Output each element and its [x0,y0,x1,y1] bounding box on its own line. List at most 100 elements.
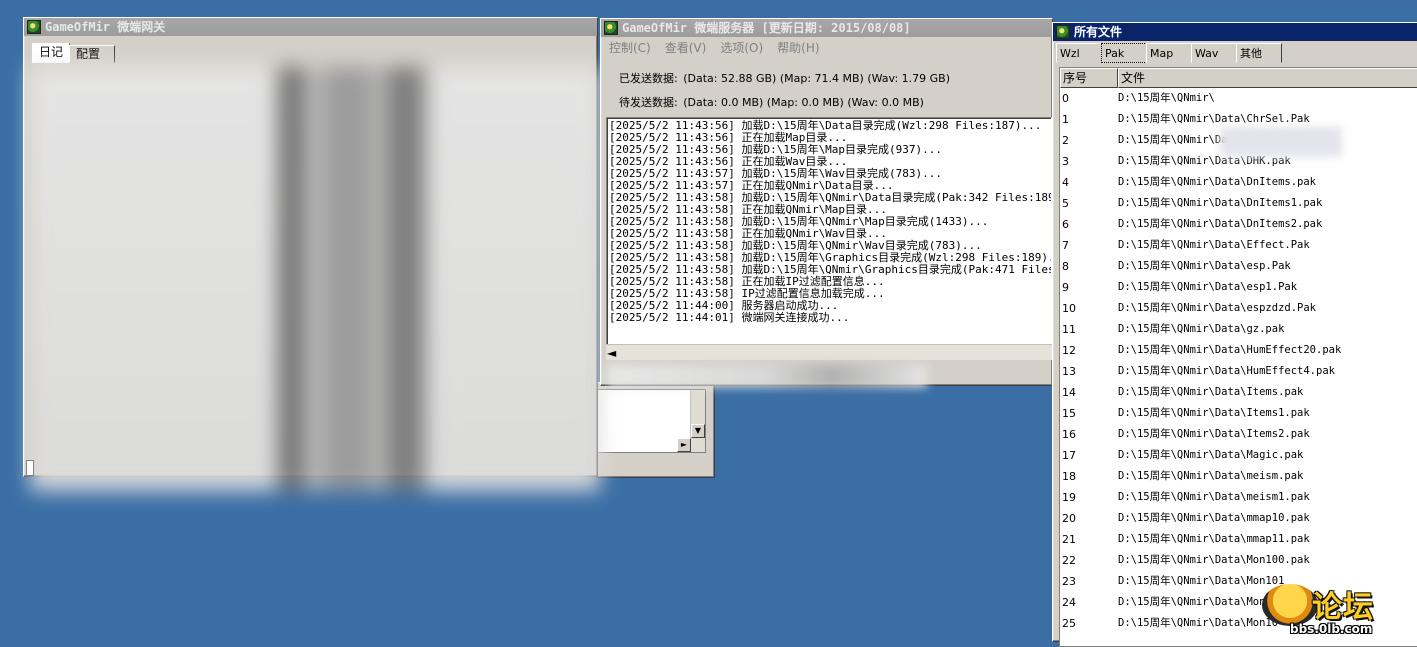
file-index: 3 [1062,155,1069,168]
file-path: D:\15周年\QNmir\Data\Items2.pak [1118,428,1310,440]
file-row[interactable]: 21 D:\15周年\QNmir\Data\mmap11.pak [1060,529,1417,550]
server-title: GameOfMir 微端服务器 [更新日期: 2015/08/08] [622,21,911,35]
file-row[interactable]: 22 D:\15周年\QNmir\Data\Mon100.pak [1060,550,1417,571]
file-path: D:\15周年\QNmir\Data\meism1.pak [1118,491,1310,503]
file-index: 17 [1062,449,1076,462]
tab-log[interactable]: 日记 [32,43,71,63]
app-logo-icon [27,20,41,34]
file-index: 7 [1062,239,1069,252]
file-row[interactable]: 4 D:\15周年\QNmir\Data\DnItems.pak [1060,172,1417,193]
gateway-tabs: 日记 配置 [32,43,116,63]
file-path: D:\15周年\QNmir\Data\DnItems2.pak [1118,218,1323,230]
log-textbox[interactable]: [2025/5/2 11:43:56] 加载D:\15周年\Data目录完成(W… [606,117,1052,359]
background-listbox[interactable]: ▼ ► [596,389,706,453]
blurred-filename [1220,127,1342,157]
tab-pak[interactable]: Pak [1101,43,1147,63]
file-index: 12 [1062,344,1076,357]
file-path: D:\15周年\QNmir\Data\Items.pak [1118,386,1304,398]
file-list-header: 序号 文件 [1060,68,1417,88]
menu-help[interactable]: 帮助(H) [777,39,819,56]
tab-config[interactable]: 配置 [69,45,116,63]
file-row[interactable]: 15 D:\15周年\QNmir\Data\Items1.pak [1060,403,1417,424]
blurred-statusbar [607,365,927,387]
file-index: 11 [1062,323,1076,336]
watermark-url: bbs.0lb.com [1290,622,1373,636]
file-row[interactable]: 8 D:\15周年\QNmir\Data\esp.Pak [1060,256,1417,277]
log-horizontal-scrollbar[interactable]: ◄ [606,344,1052,360]
pending-value: (Data: 0.0 MB) (Map: 0.0 MB) (Wav: 0.0 M… [683,96,924,109]
scroll-left-arrow-icon[interactable]: ◄ [607,346,616,360]
file-row[interactable]: 17 D:\15周年\QNmir\Data\Magic.pak [1060,445,1417,466]
file-row[interactable]: 20 D:\15周年\QNmir\Data\mmap10.pak [1060,508,1417,529]
file-index: 20 [1062,512,1076,525]
file-path: D:\15周年\QNmir\ [1118,92,1215,104]
file-index: 24 [1062,596,1076,609]
file-index: 19 [1062,491,1076,504]
file-list[interactable]: 序号 文件 0 D:\15周年\QNmir\ 1 D:\15周年\QNmir\Data… [1059,67,1417,647]
file-index: 16 [1062,428,1076,441]
file-row[interactable]: 18 D:\15周年\QNmir\Data\meism.pak [1060,466,1417,487]
log-line: [2025/5/2 11:44:01] 微端网关连接成功... [609,311,850,324]
file-path: D:\15周年\QNmir\Data\espzdzd.Pak [1118,302,1317,314]
background-window: ▼ ► [595,382,715,478]
file-path: D:\15周年\QNmir\Data\Mon100.pak [1118,554,1310,566]
forum-watermark: 论坛 bbs.0lb.com [1262,578,1412,638]
file-row[interactable]: 0 D:\15周年\QNmir\ [1060,88,1417,109]
file-path: D:\15周年\QNmir\Data\esp1.Pak [1118,281,1298,293]
menu-options[interactable]: 选项(O) [720,39,763,56]
files-titlebar[interactable]: 所有文件 [1053,23,1417,41]
file-path: D:\15周年\QNmir\Data\DnItems1.pak [1118,197,1323,209]
file-index: 18 [1062,470,1076,483]
pending-stats-row: 待发送数据: (Data: 0.0 MB) (Map: 0.0 MB) (Wav… [619,91,950,115]
app-logo-icon [1056,25,1070,39]
file-row[interactable]: 16 D:\15周年\QNmir\Data\Items2.pak [1060,424,1417,445]
file-index: 9 [1062,281,1069,294]
vertical-scrollbar[interactable]: ▼ [690,390,705,452]
column-header-index[interactable]: 序号 [1060,68,1118,88]
file-row[interactable]: 10 D:\15周年\QNmir\Data\espzdzd.Pak [1060,298,1417,319]
file-path: D:\15周年\QNmir\Data\HumEffect4.pak [1118,365,1335,377]
file-row[interactable]: 12 D:\15周年\QNmir\Data\HumEffect20.pak [1060,340,1417,361]
file-path: D:\15周年\QNmir\Data\Items1.pak [1118,407,1310,419]
tab-map[interactable]: Map [1146,43,1192,63]
file-row[interactable]: 6 D:\15周年\QNmir\Data\DnItems2.pak [1060,214,1417,235]
file-row[interactable]: 7 D:\15周年\QNmir\Data\Effect.Pak [1060,235,1417,256]
file-row[interactable]: 13 D:\15周年\QNmir\Data\HumEffect4.pak [1060,361,1417,382]
menu-control[interactable]: 控制(C) [609,39,651,56]
column-header-file[interactable]: 文件 [1118,68,1417,88]
tab-wav[interactable]: Wav [1191,43,1237,63]
file-index: 25 [1062,617,1076,630]
scroll-right-arrow-icon[interactable]: ► [677,438,691,452]
file-path: D:\15周年\QNmir\Data\HumEffect20.pak [1118,344,1342,356]
file-row[interactable]: 19 D:\15周年\QNmir\Data\meism1.pak [1060,487,1417,508]
file-row[interactable]: 14 D:\15周年\QNmir\Data\Items.pak [1060,382,1417,403]
file-row[interactable]: 11 D:\15周年\QNmir\Data\gz.pak [1060,319,1417,340]
scroll-down-arrow-icon[interactable]: ▼ [691,424,705,438]
watermark-title: 论坛 [1312,590,1374,625]
file-path: D:\15周年\QNmir\Data\esp.Pak [1118,260,1291,272]
file-path: D:\15周年\QNmir\Data\meism.pak [1118,470,1304,482]
sent-label: 已发送数据: [619,72,678,85]
tab-wzl[interactable]: Wzl [1056,43,1102,63]
menu-view[interactable]: 查看(V) [665,39,707,56]
transfer-stats: 已发送数据: (Data: 52.88 GB) (Map: 71.4 MB) (… [619,67,950,115]
file-path: D:\15周年\QNmir\Data\Effect.Pak [1118,239,1310,251]
file-path: D:\15周年\QNmir\Data\mmap11.pak [1118,533,1310,545]
file-path: D:\15周年\QNmir\Data\gz.pak [1118,323,1285,335]
file-path: D:\15周年\QNmir\Data\mmap10.pak [1118,512,1310,524]
file-row[interactable]: 9 D:\15周年\QNmir\Data\esp1.Pak [1060,277,1417,298]
files-title: 所有文件 [1074,25,1123,39]
gateway-titlebar[interactable]: GameOfMir 微端网关 [24,18,597,36]
blurred-content [30,67,600,491]
file-index: 10 [1062,302,1076,315]
mascot-logo-icon [1262,584,1318,626]
file-index: 21 [1062,533,1076,546]
file-index: 14 [1062,386,1076,399]
menu-bar: 控制(C) 查看(V) 选项(O) 帮助(H) [601,37,1052,57]
file-row[interactable]: 5 D:\15周年\QNmir\Data\DnItems1.pak [1060,193,1417,214]
tab-other[interactable]: 其他 [1236,43,1282,63]
status-indicator [26,460,34,476]
file-path: D:\15周年\QNmir\Data\DnItems.pak [1118,176,1317,188]
file-index: 2 [1062,134,1069,147]
server-titlebar[interactable]: GameOfMir 微端服务器 [更新日期: 2015/08/08] [601,19,1052,37]
